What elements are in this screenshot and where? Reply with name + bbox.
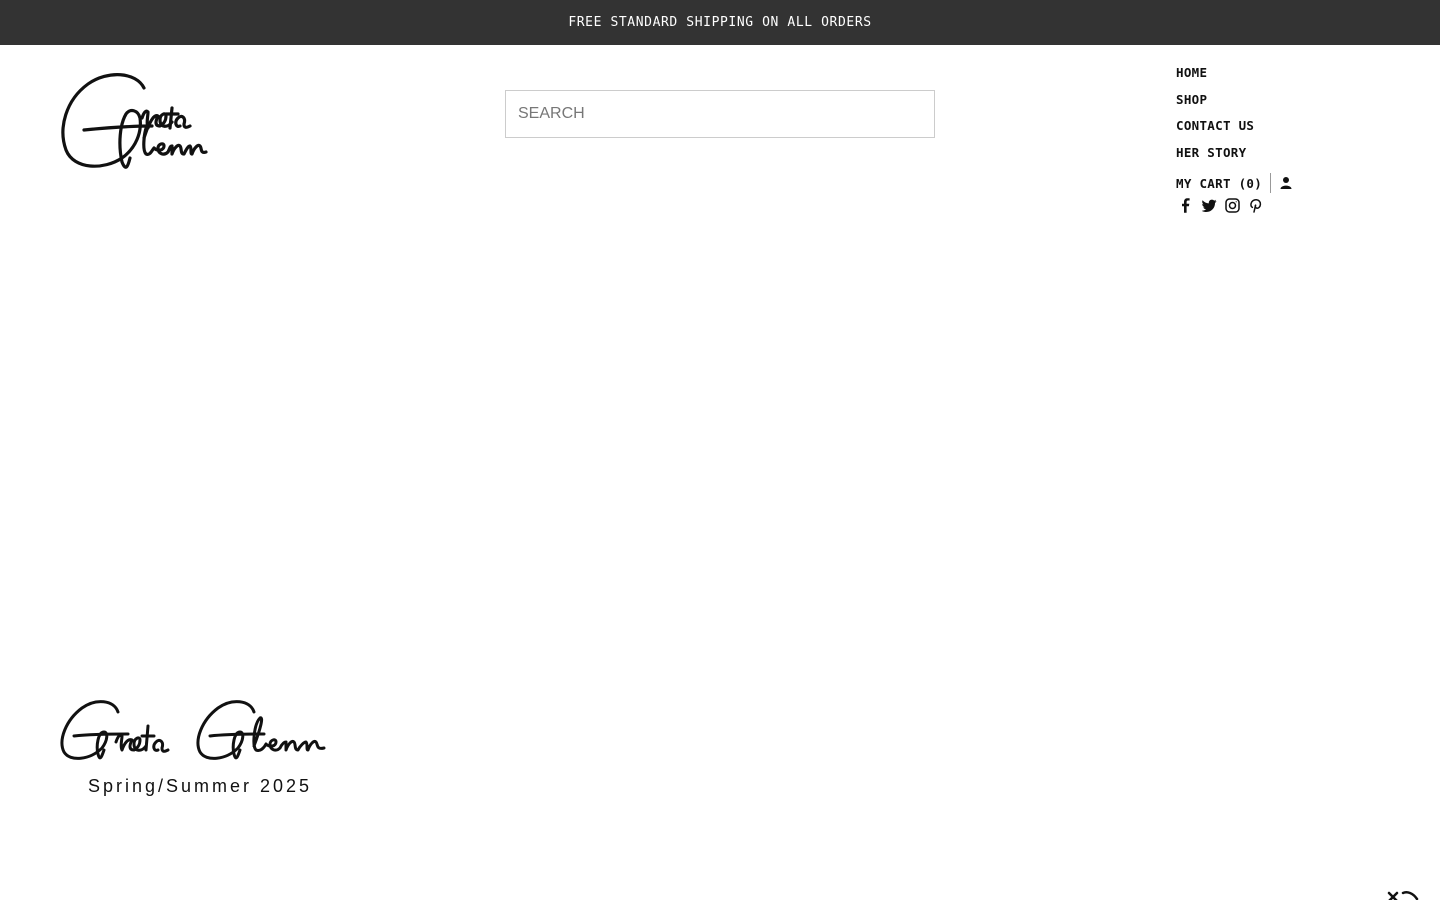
main-nav: HOME SHOP CONTACT US HER STORY MY CART (… [1176,64,1376,213]
page: FREE STANDARD SHIPPING ON ALL ORDERS HOM… [0,0,1440,900]
nav-my-cart[interactable]: MY CART (0) [1176,175,1262,192]
hero-title [58,690,358,770]
social-links [1176,198,1376,213]
nav-contact-us[interactable]: CONTACT US [1176,117,1376,144]
facebook-icon[interactable] [1179,198,1194,213]
nav-her-story[interactable]: HER STORY [1176,144,1376,171]
search-input[interactable] [505,90,935,138]
hero-subtitle: Spring/Summer 2025 [87,776,313,796]
scroll-indicator-icon[interactable] [1385,888,1421,900]
pinterest-icon[interactable] [1248,198,1263,213]
nav-shop[interactable]: SHOP [1176,91,1376,118]
twitter-icon[interactable] [1202,198,1217,213]
announcement-text: FREE STANDARD SHIPPING ON ALL ORDERS [568,15,872,30]
announcement-bar: FREE STANDARD SHIPPING ON ALL ORDERS [0,0,1440,45]
nav-home[interactable]: HOME [1176,64,1376,91]
cart-divider [1270,173,1272,193]
user-account-icon[interactable] [1279,176,1293,190]
brand-logo[interactable] [56,66,216,174]
instagram-icon[interactable] [1225,198,1240,213]
cart-row: MY CART (0) [1176,170,1376,196]
